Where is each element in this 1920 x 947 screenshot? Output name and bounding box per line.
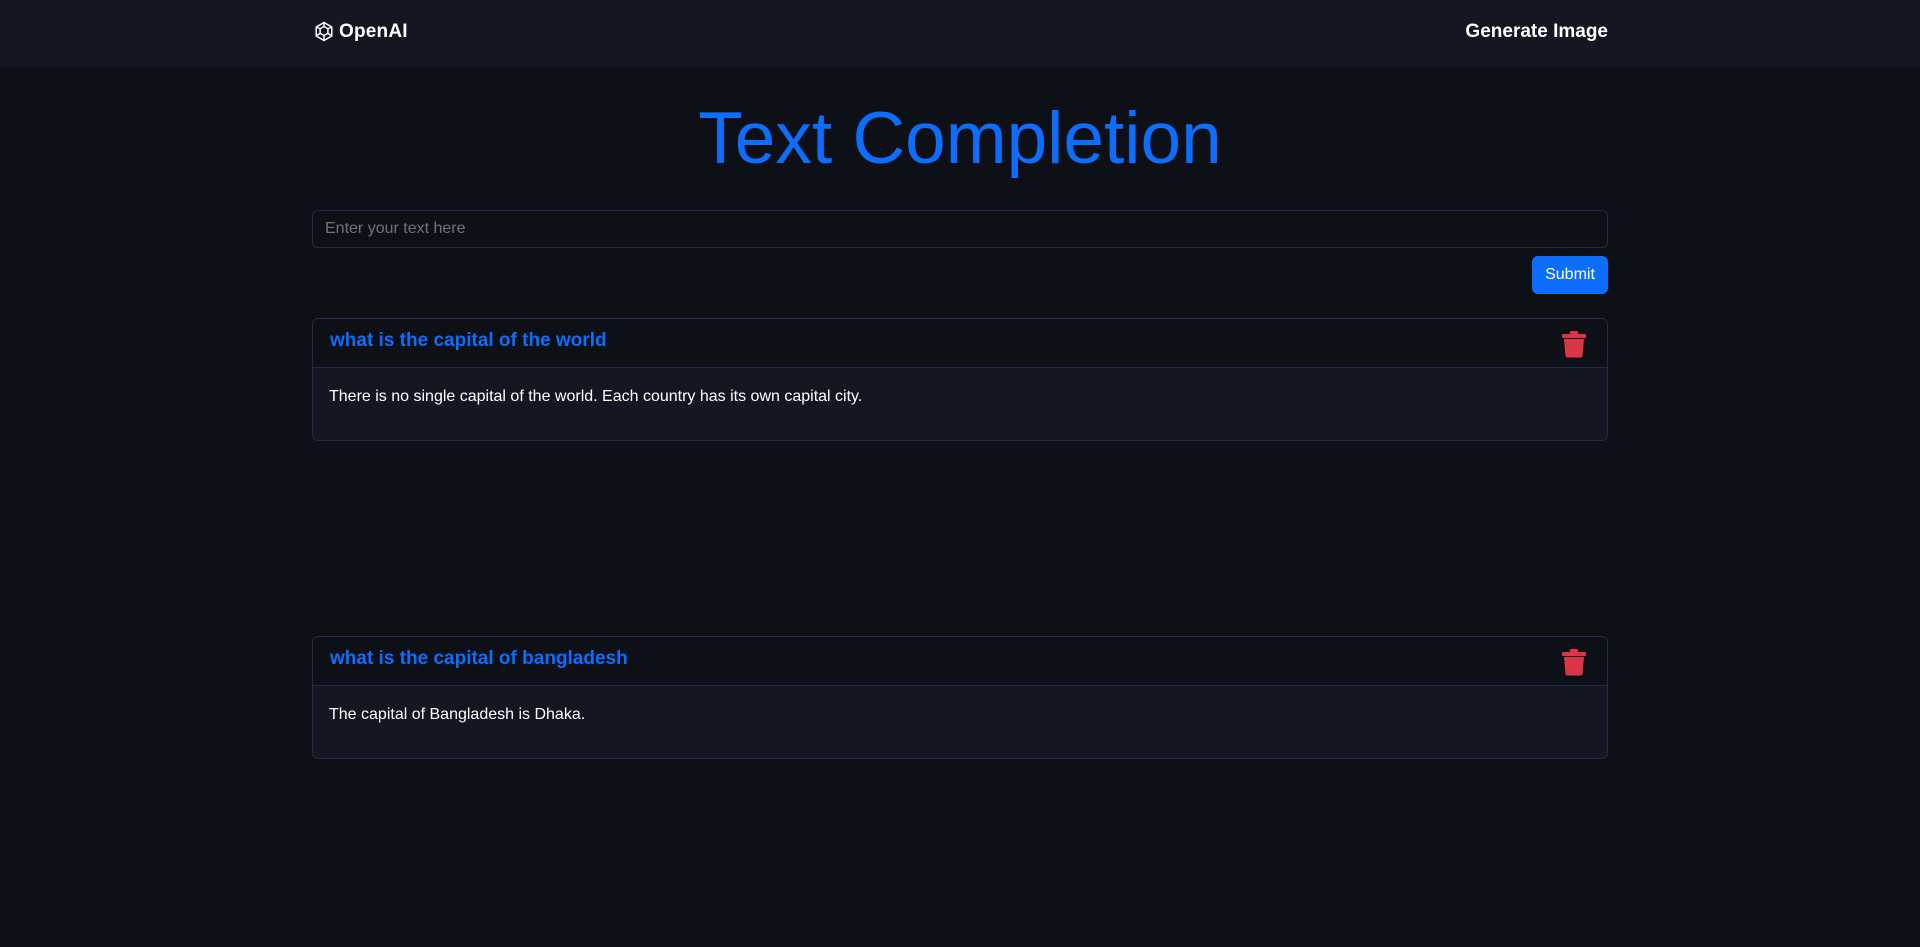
result-card: what is the capital of the world There i… bbox=[312, 318, 1608, 441]
result-question: what is the capital of the world bbox=[330, 330, 607, 351]
generate-image-link[interactable]: Generate Image bbox=[1465, 21, 1608, 43]
openai-logo-icon bbox=[312, 20, 336, 44]
trash-icon bbox=[1562, 331, 1586, 358]
prompt-input[interactable] bbox=[312, 210, 1608, 248]
result-question: what is the capital of bangladesh bbox=[330, 648, 628, 669]
submit-button[interactable]: Submit bbox=[1532, 256, 1608, 294]
brand-name: OpenAI bbox=[339, 21, 408, 42]
page-title: Text Completion bbox=[698, 98, 1222, 179]
navbar: OpenAI Generate Image bbox=[0, 0, 1920, 66]
result-answer: The capital of Bangladesh is Dhaka. bbox=[329, 706, 586, 723]
result-answer: There is no single capital of the world.… bbox=[329, 388, 863, 405]
result-card: what is the capital of bangladesh The ca… bbox=[312, 636, 1608, 759]
trash-icon bbox=[1562, 649, 1586, 676]
result-card-header: what is the capital of the world bbox=[313, 319, 1607, 368]
result-card-header: what is the capital of bangladesh bbox=[313, 637, 1607, 686]
delete-button[interactable] bbox=[1561, 648, 1587, 676]
delete-button[interactable] bbox=[1561, 330, 1587, 358]
brand-link[interactable]: OpenAI bbox=[312, 20, 408, 44]
